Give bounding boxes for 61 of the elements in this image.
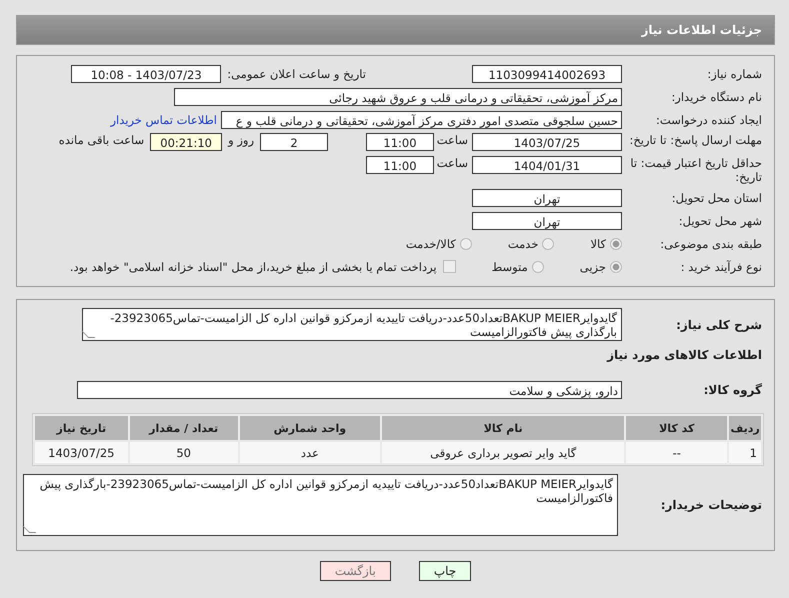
contact-link[interactable]: اطلاعات تماس خریدار xyxy=(110,112,221,126)
column-header: واحد شمارش xyxy=(240,416,380,440)
days-label: روز و xyxy=(226,133,255,147)
field-label: حداقل تاریخ اعتبار قیمت: تا تاریخ: xyxy=(629,156,763,184)
notes-textarea[interactable]: گایدوایرBAKUP MEIERتعداد50عدد-دریافت تاییدیه ازمرکزو قوانین اداره کل الزامیست-تماس23923065-بارگذاری پیش فاکتورالزامیست xyxy=(23,474,618,536)
field-label: گروه کالا: xyxy=(702,382,763,396)
city-field: تهران xyxy=(472,212,622,230)
page-title: جزئیات اطلاعات نیاز xyxy=(641,23,762,37)
field-label: ایجاد کننده درخواست: xyxy=(655,112,763,126)
requester-field: حسین سلجوقی متصدی امور دفتری مرکز آموزشی، تحقیقاتی و درمانی قلب و ع xyxy=(221,110,622,128)
table-cell: -- xyxy=(626,442,728,463)
checkbox-label: پرداخت تمام یا بخشی از مبلغ خرید،از محل "اسناد خزانه اسلامی" خواهد بود. xyxy=(70,260,437,274)
table-cell: عدد xyxy=(240,442,380,463)
radio-button[interactable] xyxy=(532,260,544,272)
goods-group-field: دارو، پزشکی و سلامت xyxy=(77,380,622,398)
need-number-field: 1103099414002693 xyxy=(472,64,622,82)
days-field: 2 xyxy=(260,133,328,151)
table-cell: 1 xyxy=(729,442,761,463)
table-cell: گاید وایر تصویر برداری عروقی xyxy=(382,442,624,463)
field-label: نوع فرآیند خرید : xyxy=(680,260,763,274)
table-cell: 50 xyxy=(130,442,238,463)
table-cell: 1403/07/25 xyxy=(35,442,128,463)
column-header: کد کالا xyxy=(626,416,728,440)
section-title: اطلاعات کالاهای مورد نیاز xyxy=(607,348,763,362)
radio-label: کالا/خدمت xyxy=(406,236,456,250)
validity-date-field: 1404/01/31 xyxy=(472,156,622,174)
province-field: تهران xyxy=(472,188,622,206)
radio-button[interactable] xyxy=(542,238,554,250)
field-label: شماره نیاز: xyxy=(706,66,763,80)
field-label: نام دستگاه خریدار: xyxy=(670,90,763,104)
announce-date-field: 1403/07/23 - 10:08 xyxy=(71,64,222,82)
radio-button[interactable] xyxy=(610,260,622,272)
radio-button[interactable] xyxy=(610,238,622,250)
column-header: ردیف xyxy=(729,416,761,440)
deadline-time-field: 11:00 xyxy=(366,133,434,151)
field-label: شهر محل تحویل: xyxy=(678,214,763,228)
buyer-org-field: مرکز آموزشی، تحقیقاتی و درمانی قلب و عروق شهید رجائی xyxy=(174,88,622,106)
radio-label: جزیی xyxy=(580,260,606,274)
print-button[interactable]: چاپ xyxy=(418,561,472,581)
radio-label: خدمت xyxy=(508,236,538,250)
column-header: تاریخ نیاز xyxy=(35,416,128,440)
radio-button[interactable] xyxy=(460,238,472,250)
field-label: طبقه بندی موضوعی: xyxy=(659,236,763,250)
radio-label: کالا xyxy=(590,236,606,250)
checkbox[interactable] xyxy=(442,260,456,273)
time-label: ساعت xyxy=(436,133,469,147)
field-label: شرح کلی نیاز: xyxy=(675,318,763,332)
radio-label: متوسط xyxy=(492,260,528,274)
column-header: نام کالا xyxy=(382,416,624,440)
description-textarea[interactable]: گایدوایرBAKUP MEIERتعداد50عدد-دریافت تاییدیه ازمرکزو قوانین اداره کل الزامیست-تماس23923065-بارگذاری پیش فاکتورالزامیست xyxy=(82,308,622,341)
back-button[interactable]: بازگشت xyxy=(320,561,391,581)
field-label: استان محل تحویل: xyxy=(670,190,763,204)
field-label: مهلت ارسال پاسخ: تا تاریخ: xyxy=(628,133,763,147)
column-header: تعداد / مقدار xyxy=(130,416,238,440)
remaining-time-field: 00:21:10 xyxy=(150,133,222,151)
time-label: ساعت xyxy=(436,156,469,170)
validity-time-field: 11:00 xyxy=(366,156,434,174)
deadline-date-field: 1403/07/25 xyxy=(472,133,622,151)
field-label: تاریخ و ساعت اعلان عمومی: xyxy=(226,66,367,80)
remaining-label: ساعت باقی مانده xyxy=(58,133,146,147)
field-label: توضیحات خریدار: xyxy=(660,498,763,512)
